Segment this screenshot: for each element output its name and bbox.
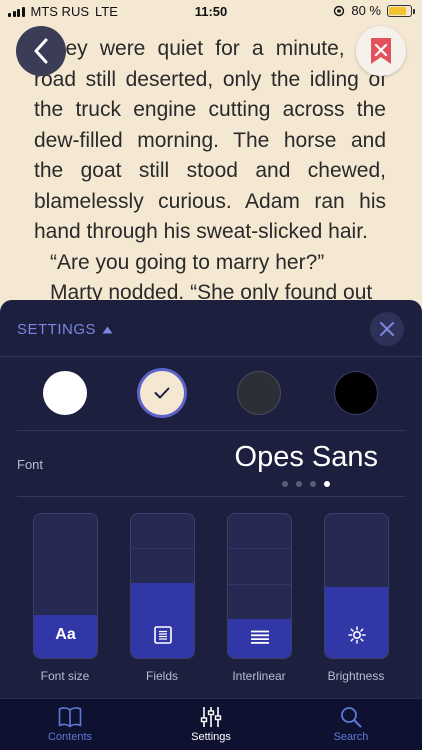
- battery-icon: [387, 4, 415, 17]
- status-bar: MTS RUS LTE 11:50 80 %: [0, 0, 422, 22]
- book-icon: [25, 705, 115, 729]
- theme-white-swatch[interactable]: [43, 371, 87, 415]
- search-icon: [306, 705, 396, 729]
- tab-contents-label: Contents: [47, 731, 93, 743]
- page-dot: [296, 481, 302, 487]
- tab-contents[interactable]: Contents: [25, 705, 115, 743]
- page-dot: [310, 481, 316, 487]
- book-text: “They were quiet for a minute, the road …: [34, 34, 386, 309]
- brightness-slider[interactable]: [324, 513, 389, 659]
- remove-bookmark-button[interactable]: [356, 26, 406, 76]
- divider: [17, 496, 405, 497]
- theme-black-swatch[interactable]: [334, 371, 378, 415]
- tab-search-label: Search: [333, 731, 369, 743]
- page-dot: [324, 481, 330, 487]
- brightness-label: Brightness: [327, 669, 385, 683]
- slider-fill: [325, 587, 388, 658]
- font-selector[interactable]: Opes Sans: [235, 441, 378, 474]
- fields-slider[interactable]: [130, 513, 195, 659]
- fields-icon: [131, 626, 194, 644]
- back-button[interactable]: [16, 26, 66, 76]
- tab-bar: Contents Settings Search: [0, 698, 422, 750]
- book-paragraph: “They were quiet for a minute, the road …: [34, 37, 386, 243]
- settings-panel: SETTINGS Font Opes Sans Aa Font size Fie…: [0, 300, 422, 750]
- brightness-icon: [325, 626, 388, 644]
- orientation-lock-icon: [334, 5, 345, 16]
- font-page-indicator: [282, 481, 330, 487]
- page-dot: [282, 481, 288, 487]
- font-size-slider[interactable]: Aa: [33, 513, 98, 659]
- fields-label: Fields: [145, 669, 178, 683]
- divider: [17, 430, 405, 431]
- book-paragraph: “Are you going to marry her?”: [50, 250, 325, 274]
- interlinear-icon: [228, 630, 291, 644]
- chevron-left-icon: [34, 38, 48, 64]
- settings-toggle[interactable]: SETTINGS: [17, 321, 113, 338]
- tab-search[interactable]: Search: [306, 705, 396, 743]
- theme-sepia-swatch[interactable]: [140, 371, 184, 415]
- font-size-label: Font size: [40, 669, 90, 683]
- caret-up-icon: [102, 326, 113, 333]
- battery-percent: 80 %: [351, 3, 381, 18]
- theme-dark-gray-swatch[interactable]: [237, 371, 281, 415]
- close-settings-button[interactable]: [370, 312, 404, 346]
- bookmark-remove-icon: [371, 38, 391, 64]
- checkmark-icon: [154, 387, 170, 399]
- font-size-icon: Aa: [55, 626, 76, 643]
- font-label: Font: [17, 457, 44, 472]
- settings-header: SETTINGS: [0, 300, 422, 357]
- sliders-icon: [166, 705, 256, 729]
- theme-picker: [0, 371, 422, 417]
- status-right: 80 %: [333, 3, 415, 18]
- settings-title: SETTINGS: [17, 321, 97, 338]
- tab-settings-label: Settings: [191, 731, 231, 743]
- tab-settings[interactable]: Settings: [166, 705, 256, 743]
- interlinear-label: Interlinear: [232, 669, 286, 683]
- interlinear-slider[interactable]: [227, 513, 292, 659]
- close-icon: [380, 322, 394, 336]
- slider-fill: [131, 583, 194, 658]
